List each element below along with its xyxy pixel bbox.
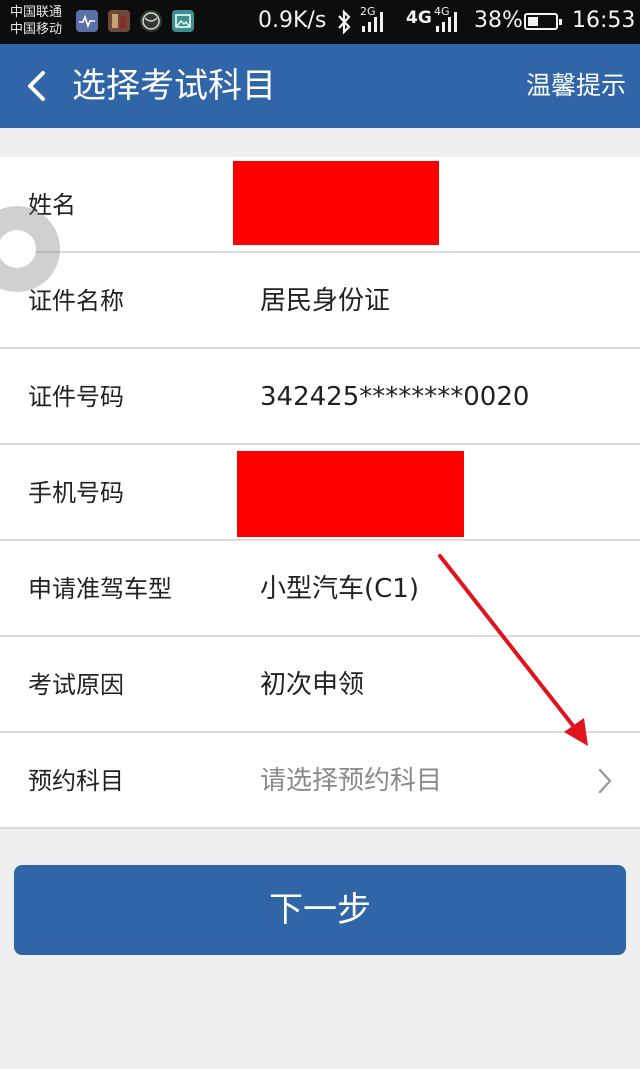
- floating-assist-core: [0, 230, 36, 268]
- carrier-1: 中国联通: [10, 5, 63, 20]
- tips-link[interactable]: 温馨提示: [526, 68, 626, 104]
- id-number-value: 342425********0020: [260, 382, 530, 412]
- battery-icon: [524, 13, 562, 30]
- vehicle-row: 申请准驾车型 小型汽车(C1): [0, 541, 640, 637]
- ball-app-icon: [140, 10, 162, 32]
- reason-value: 初次申领: [260, 670, 365, 700]
- gallery-app-icon: [172, 10, 194, 32]
- id-type-row: 证件名称 居民身份证: [0, 253, 640, 349]
- subject-label: 预约科目: [28, 767, 124, 795]
- battery-fill: [528, 17, 538, 26]
- status-bar: 中国联通 中国移动 0.9K/s 2G 4G 4G 38% 16:53: [0, 0, 640, 44]
- phone-label: 手机号码: [28, 479, 124, 507]
- reason-row: 考试原因 初次申领: [0, 637, 640, 733]
- id-number-row: 证件号码 342425********0020: [0, 349, 640, 445]
- clock: 16:53: [572, 8, 636, 33]
- net-speed: 0.9K/s: [258, 8, 327, 33]
- id-type-value: 居民身份证: [260, 286, 391, 316]
- photo-app-icon: [108, 10, 130, 32]
- chevron-right-icon[interactable]: [596, 767, 614, 795]
- signal-icon: [362, 12, 388, 32]
- next-step-button[interactable]: 下一步: [14, 865, 626, 955]
- name-redaction: [233, 161, 439, 245]
- bluetooth-icon: [335, 9, 353, 39]
- name-row: 姓名: [0, 157, 640, 253]
- signal-icon-2: [436, 12, 462, 32]
- phone-row: 手机号码: [0, 445, 640, 541]
- phone-redaction: [237, 451, 464, 537]
- net-4g-label-a: 4G: [406, 8, 432, 28]
- subject-placeholder[interactable]: 请选择预约科目: [260, 733, 442, 829]
- battery-percent: 38%: [474, 8, 523, 33]
- page-title: 选择考试科目: [72, 66, 276, 106]
- reason-label: 考试原因: [28, 671, 124, 699]
- subject-select-row[interactable]: 预约科目 请选择预约科目: [0, 733, 640, 829]
- back-chevron-icon[interactable]: [22, 70, 54, 102]
- exam-form: 姓名 证件名称 居民身份证 证件号码 342425********0020 手机…: [0, 157, 640, 829]
- health-app-icon: [76, 10, 98, 32]
- id-number-label: 证件号码: [28, 383, 124, 411]
- vehicle-value: 小型汽车(C1): [260, 574, 419, 604]
- carrier-2: 中国移动: [10, 22, 63, 37]
- vehicle-label: 申请准驾车型: [28, 575, 172, 603]
- carrier-info: 中国联通 中国移动: [10, 4, 62, 38]
- app-header: 选择考试科目 温馨提示: [0, 44, 640, 128]
